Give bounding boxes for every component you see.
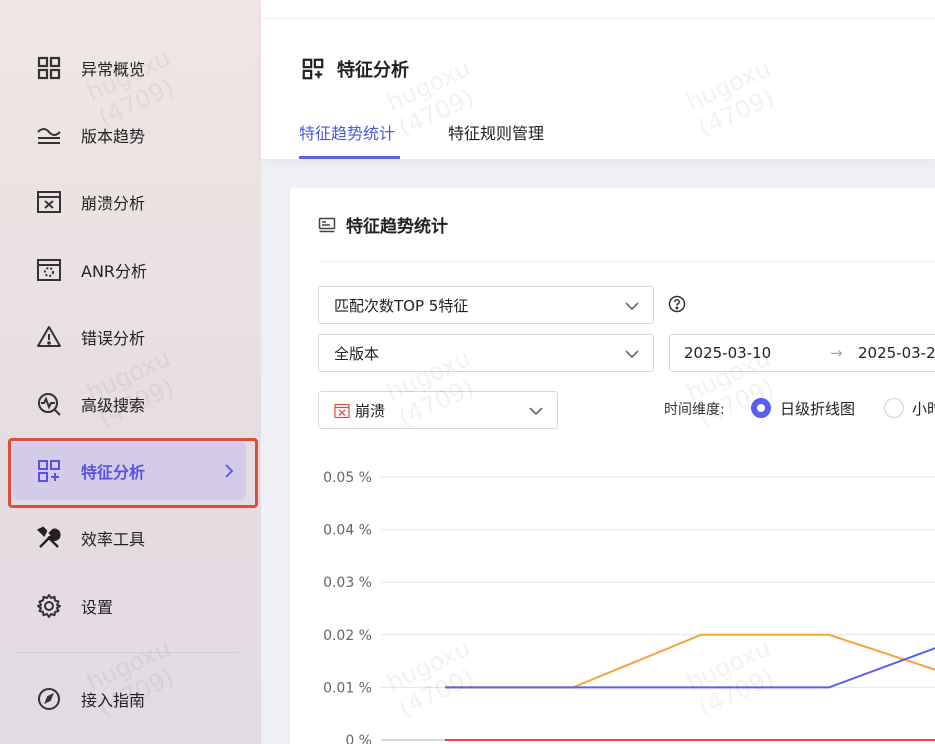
tab-feature-rules[interactable]: 特征规则管理 [448,120,544,144]
y-tick-label: 0.05 % [323,470,372,486]
chevron-down-icon [625,350,639,359]
date-range-picker[interactable]: 2025-03-10 → 2025-03-2 [669,334,935,372]
sidebar-item-advanced-search[interactable]: 高级搜索 [12,375,246,433]
sidebar: 异常概览 版本趋势 崩溃分析 ANR分析 错误分析 高级搜索 特征分析 效率工具… [0,0,261,744]
feature-select-value: 匹配次数TOP 5特征 [334,296,469,315]
window-loading-icon [37,259,61,281]
crash-window-icon [334,403,350,419]
gear-icon [37,594,61,618]
type-select-value: 崩溃 [355,401,386,420]
y-tick-label: 0 % [345,733,372,744]
feature-select[interactable]: 匹配次数TOP 5特征 [318,286,654,324]
list-card-icon [318,217,336,232]
date-range-separator: → [830,344,843,362]
sidebar-item-integration-guide[interactable]: 接入指南 [12,670,246,728]
sidebar-divider [16,652,238,653]
page-header: 特征分析 特征趋势统计 特征规则管理 [261,0,935,160]
sidebar-item-error-analysis[interactable]: 错误分析 [12,308,246,366]
radio-hourly-label[interactable]: 小时 [912,398,935,419]
header-top-border [261,18,935,19]
sidebar-item-label: 效率工具 [81,530,146,549]
feature-trend-card: 特征趋势统计 匹配次数TOP 5特征 全版本 2025-03-10 → 2025… [290,188,935,744]
sidebar-item-label: 崩溃分析 [81,194,146,213]
sidebar-item-label: 异常概览 [81,60,146,79]
annotation-highlight-box [8,438,258,508]
warning-triangle-icon [37,326,61,347]
chevron-down-icon [529,407,543,416]
sidebar-item-label: 错误分析 [81,329,146,348]
waves-icon [37,128,61,144]
card-title: 特征趋势统计 [346,217,448,237]
page-title-group: 特征分析 [301,56,409,82]
series-line-1 [445,647,935,689]
sidebar-item-label: 高级搜索 [81,396,146,415]
dashboard-grid-icon [37,56,61,80]
card-title-group: 特征趋势统计 [318,212,448,237]
version-select-value: 全版本 [334,344,380,363]
card-divider [318,261,935,262]
sidebar-item-label: 版本趋势 [81,127,146,146]
grid-plus-icon [302,58,324,80]
chevron-down-icon [625,302,639,311]
tools-icon [36,526,61,548]
version-select[interactable]: 全版本 [318,334,654,372]
sidebar-item-label: 接入指南 [81,691,146,710]
radio-daily-label[interactable]: 日级折线图 [780,398,855,419]
y-tick-label: 0.03 % [323,575,372,591]
sidebar-item-overview[interactable]: 异常概览 [12,39,246,97]
compass-icon [38,688,60,710]
y-tick-label: 0.02 % [323,628,372,644]
window-close-icon [37,191,61,213]
active-tab-indicator [299,156,400,159]
date-end-input[interactable]: 2025-03-2 [858,344,935,362]
y-tick-label: 0.04 % [323,523,372,539]
time-dimension-label: 时间维度: [664,402,725,418]
help-circle-icon[interactable] [668,295,686,313]
sidebar-item-label: ANR分析 [81,262,148,281]
sidebar-item-label: 设置 [81,598,114,617]
page-title: 特征分析 [337,60,409,81]
date-start-input[interactable]: 2025-03-10 [684,344,771,362]
radio-daily[interactable] [751,398,771,418]
type-select[interactable]: 崩溃 [318,391,558,429]
sidebar-item-version-trend[interactable]: 版本趋势 [12,106,246,164]
trend-line-chart: 0 % 0.01 % 0.02 % 0.03 % 0.04 % 0.05 % [323,470,935,744]
series-line-0 [445,633,935,689]
y-tick-label: 0.01 % [323,680,372,696]
tab-feature-trend[interactable]: 特征趋势统计 [299,120,395,144]
sidebar-item-efficiency-tools[interactable]: 效率工具 [12,509,246,567]
sidebar-item-crash-analysis[interactable]: 崩溃分析 [12,173,246,231]
magnify-pulse-icon [38,393,61,416]
radio-hourly[interactable] [884,398,904,418]
sidebar-item-anr-analysis[interactable]: ANR分析 [12,241,246,299]
sidebar-item-settings[interactable]: 设置 [12,577,246,635]
